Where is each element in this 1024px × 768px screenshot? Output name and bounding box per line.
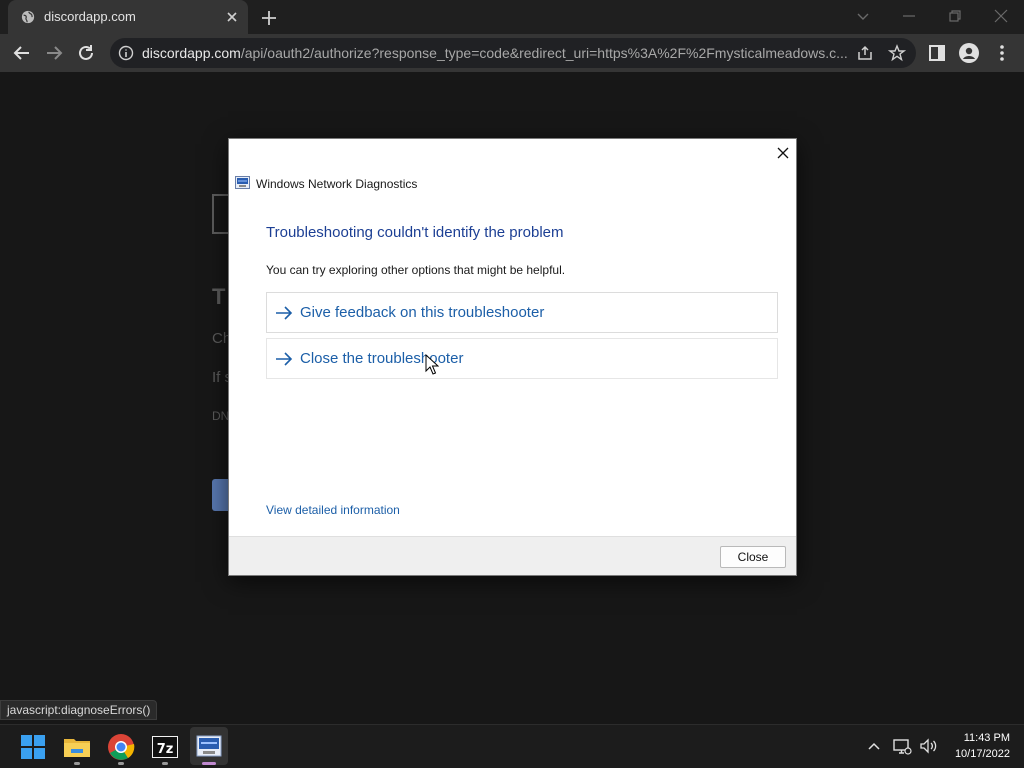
url-host: discordapp.com [142, 45, 241, 61]
minimize-icon[interactable] [900, 7, 918, 25]
tab-search-chevron-icon[interactable] [854, 7, 872, 25]
7zip-icon[interactable]: 7z [150, 732, 180, 762]
running-indicator [162, 762, 168, 765]
browser-toolbar: discordapp.com/api/oauth2/authorize?resp… [0, 34, 1024, 72]
back-icon[interactable] [11, 42, 33, 64]
browser-tab-strip: discordapp.com [0, 0, 1024, 34]
mouse-cursor-icon [425, 354, 439, 375]
close-tab-icon[interactable] [224, 9, 240, 25]
arrow-right-icon [276, 352, 293, 366]
close-window-icon[interactable] [992, 7, 1010, 25]
dialog-heading: Troubleshooting couldn't identify the pr… [266, 224, 564, 241]
running-indicator [74, 762, 80, 765]
url-path: /api/oauth2/authorize?response_type=code… [240, 45, 848, 61]
view-detailed-information-link[interactable]: View detailed information [266, 503, 400, 517]
arrow-right-icon [276, 306, 293, 320]
network-icon[interactable] [892, 736, 912, 756]
svg-text:7z: 7z [157, 742, 174, 757]
system-clock[interactable]: 11:43 PM 10/17/2022 [955, 730, 1010, 762]
bookmark-star-icon[interactable] [888, 44, 906, 62]
restore-icon[interactable] [946, 7, 964, 25]
chrome-icon[interactable] [106, 732, 136, 762]
windows-taskbar: 7z 11:43 PM 10/17/2022 [0, 724, 1024, 768]
network-diagnostics-icon [235, 176, 250, 189]
tab-title: discordapp.com [44, 9, 136, 24]
side-panel-icon[interactable] [926, 42, 948, 64]
option-give-feedback[interactable]: Give feedback on this troubleshooter [266, 292, 778, 333]
running-indicator [118, 762, 124, 765]
new-tab-icon[interactable] [260, 9, 278, 27]
error-code-fragment: DN [212, 409, 230, 423]
network-diagnostics-dialog: Windows Network Diagnostics Troubleshoot… [228, 138, 797, 576]
forward-icon[interactable] [43, 42, 65, 64]
clock-time: 11:43 PM [963, 732, 1010, 744]
dialog-close-icon[interactable] [774, 144, 792, 162]
share-icon[interactable] [856, 44, 874, 62]
option-label: Give feedback on this troubleshooter [300, 304, 545, 321]
chevron-up-icon[interactable] [864, 736, 884, 756]
dialog-subtext: You can try exploring other options that… [266, 263, 566, 277]
volume-icon[interactable] [918, 736, 938, 756]
site-info-icon[interactable] [118, 45, 134, 61]
active-indicator [202, 762, 216, 765]
profile-icon[interactable] [958, 42, 980, 64]
option-close-troubleshooter[interactable]: Close the troubleshooter [266, 338, 778, 379]
status-bubble: javascript:diagnoseErrors() [0, 700, 158, 720]
start-icon[interactable] [18, 732, 48, 762]
network-diagnostics-taskbar-icon[interactable] [194, 732, 224, 762]
globe-icon [21, 10, 35, 24]
url-text: discordapp.com/api/oauth2/authorize?resp… [142, 45, 848, 61]
browser-tab[interactable]: discordapp.com [8, 0, 248, 34]
dialog-footer: Close [229, 536, 796, 575]
address-bar[interactable]: discordapp.com/api/oauth2/authorize?resp… [110, 38, 916, 68]
dialog-app-title: Windows Network Diagnostics [256, 177, 418, 191]
error-heading-fragment: T [212, 284, 226, 309]
file-explorer-icon[interactable] [62, 732, 92, 762]
reload-icon[interactable] [75, 42, 97, 64]
clock-date: 10/17/2022 [954, 748, 1010, 760]
menu-kebab-icon[interactable] [991, 42, 1013, 64]
close-button[interactable]: Close [720, 546, 786, 568]
